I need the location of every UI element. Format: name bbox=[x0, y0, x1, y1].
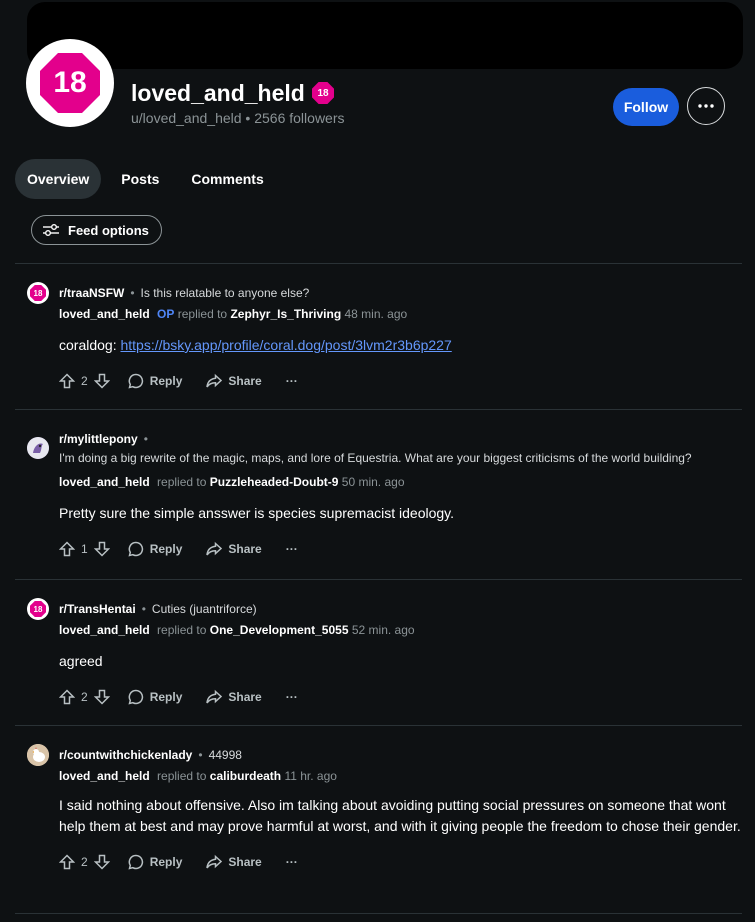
nsfw-18-icon: 18 bbox=[30, 285, 46, 301]
follow-button[interactable]: Follow bbox=[613, 88, 679, 126]
comment-body: coraldog: bbox=[59, 337, 121, 353]
comment-time: 52 min. ago bbox=[351, 623, 415, 637]
reply-button[interactable]: Reply bbox=[128, 854, 182, 870]
comment-bubble-icon bbox=[128, 854, 143, 870]
feed-options-button[interactable]: Feed options bbox=[31, 215, 162, 245]
post-title[interactable]: Is this relatable to anyone else? bbox=[141, 286, 310, 300]
share-icon bbox=[206, 373, 223, 388]
tab-comments[interactable]: Comments bbox=[179, 159, 275, 199]
more-actions-button[interactable]: ··· bbox=[286, 542, 298, 556]
replied-to-user[interactable]: Zephyr_Is_Thriving bbox=[230, 307, 341, 321]
more-actions-button[interactable]: ··· bbox=[286, 690, 298, 704]
comment-time: 48 min. ago bbox=[344, 307, 408, 321]
downvote-icon[interactable] bbox=[93, 541, 110, 557]
op-badge: OP bbox=[157, 307, 175, 321]
share-button[interactable]: Share bbox=[206, 854, 262, 870]
share-button[interactable]: Share bbox=[206, 541, 262, 557]
subreddit-icon[interactable]: 18 bbox=[27, 598, 49, 620]
downvote-icon[interactable] bbox=[93, 689, 110, 705]
comment-time: 50 min. ago bbox=[341, 475, 405, 489]
tab-posts[interactable]: Posts bbox=[109, 159, 171, 199]
comment-bubble-icon bbox=[128, 373, 143, 389]
divider bbox=[15, 579, 742, 580]
comment-link[interactable]: https://bsky.app/profile/coral.dog/post/… bbox=[120, 337, 451, 353]
comment-item[interactable]: r/mylittlepony • I'm doing a big rewrite… bbox=[27, 427, 742, 561]
post-title[interactable]: 44998 bbox=[209, 748, 242, 762]
share-icon bbox=[206, 854, 223, 869]
sliders-icon bbox=[43, 224, 59, 236]
share-icon bbox=[206, 541, 223, 556]
tab-overview[interactable]: Overview bbox=[15, 159, 102, 199]
vote-count: 2 bbox=[81, 374, 88, 388]
replied-to-user[interactable]: One_Development_5055 bbox=[210, 623, 349, 637]
downvote-icon[interactable] bbox=[93, 854, 110, 870]
profile-banner bbox=[27, 2, 743, 69]
share-button[interactable]: Share bbox=[206, 689, 262, 705]
subreddit-name[interactable]: r/traaNSFW bbox=[59, 286, 124, 300]
comment-item[interactable]: 18 r/TransHentai • Cuties (juantriforce)… bbox=[27, 597, 742, 709]
replied-to-user[interactable]: caliburdeath bbox=[210, 769, 281, 783]
subreddit-icon[interactable] bbox=[27, 744, 49, 766]
reply-button[interactable]: Reply bbox=[128, 373, 182, 389]
more-actions-button[interactable]: ··· bbox=[286, 855, 298, 869]
comment-author[interactable]: loved_and_held bbox=[59, 623, 150, 637]
divider bbox=[15, 409, 742, 410]
post-title[interactable]: I'm doing a big rewrite of the magic, ma… bbox=[59, 451, 742, 465]
vote-count: 2 bbox=[81, 855, 88, 869]
subreddit-name[interactable]: r/countwithchickenlady bbox=[59, 748, 192, 762]
upvote-icon[interactable] bbox=[59, 689, 75, 705]
profile-tabs: Overview Posts Comments bbox=[15, 159, 284, 199]
divider bbox=[15, 725, 742, 726]
replied-to-user[interactable]: Puzzleheaded-Doubt-9 bbox=[210, 475, 339, 489]
more-actions-button[interactable]: ··· bbox=[286, 374, 298, 388]
comment-item[interactable]: r/countwithchickenlady • 44998 loved_and… bbox=[27, 743, 742, 874]
divider bbox=[15, 263, 742, 264]
nsfw-18-icon: 18 bbox=[30, 601, 46, 617]
comment-author[interactable]: loved_and_held bbox=[59, 769, 150, 783]
comment-author[interactable]: loved_and_held bbox=[59, 475, 150, 489]
share-icon bbox=[206, 689, 223, 704]
profile-username: loved_and_held bbox=[131, 80, 305, 106]
subreddit-icon[interactable] bbox=[27, 437, 49, 459]
post-title[interactable]: Cuties (juantriforce) bbox=[152, 602, 257, 616]
upvote-icon[interactable] bbox=[59, 854, 75, 870]
downvote-icon[interactable] bbox=[93, 373, 110, 389]
feed-options-label: Feed options bbox=[68, 222, 149, 238]
reply-button[interactable]: Reply bbox=[128, 689, 182, 705]
profile-handle-followers: u/loved_and_held • 2566 followers bbox=[131, 110, 345, 126]
divider bbox=[15, 913, 742, 914]
upvote-icon[interactable] bbox=[59, 541, 75, 557]
comment-body: agreed bbox=[59, 653, 103, 669]
profile-avatar: 18 bbox=[26, 39, 114, 127]
upvote-icon[interactable] bbox=[59, 373, 75, 389]
share-button[interactable]: Share bbox=[206, 373, 262, 389]
subreddit-name[interactable]: r/TransHentai bbox=[59, 602, 136, 616]
comment-author[interactable]: loved_and_held bbox=[59, 307, 150, 321]
comment-item[interactable]: 18 r/traaNSFW • Is this relatable to any… bbox=[27, 281, 742, 393]
nsfw-18-icon: 18 bbox=[40, 53, 100, 113]
comment-body: Pretty sure the simple ansswer is specie… bbox=[59, 505, 455, 521]
replied-to-label: replied to bbox=[157, 769, 207, 783]
more-options-button[interactable] bbox=[687, 87, 725, 125]
subreddit-name[interactable]: r/mylittlepony bbox=[59, 432, 138, 446]
comment-time: 11 hr. ago bbox=[284, 769, 337, 783]
reply-button[interactable]: Reply bbox=[128, 541, 182, 557]
vote-count: 2 bbox=[81, 690, 88, 704]
nsfw-badge-icon: 18 bbox=[312, 82, 334, 104]
replied-to-label: replied to bbox=[177, 307, 228, 321]
pony-icon bbox=[27, 437, 49, 459]
vote-count: 1 bbox=[81, 542, 88, 556]
ellipsis-icon bbox=[698, 104, 714, 108]
subreddit-icon[interactable]: 18 bbox=[27, 282, 49, 304]
replied-to-label: replied to bbox=[157, 475, 207, 489]
chicken-icon bbox=[27, 744, 49, 766]
comment-bubble-icon bbox=[128, 541, 143, 557]
comment-bubble-icon bbox=[128, 689, 143, 705]
replied-to-label: replied to bbox=[157, 623, 207, 637]
comment-body: I said nothing about offensive. Also im … bbox=[59, 797, 741, 834]
